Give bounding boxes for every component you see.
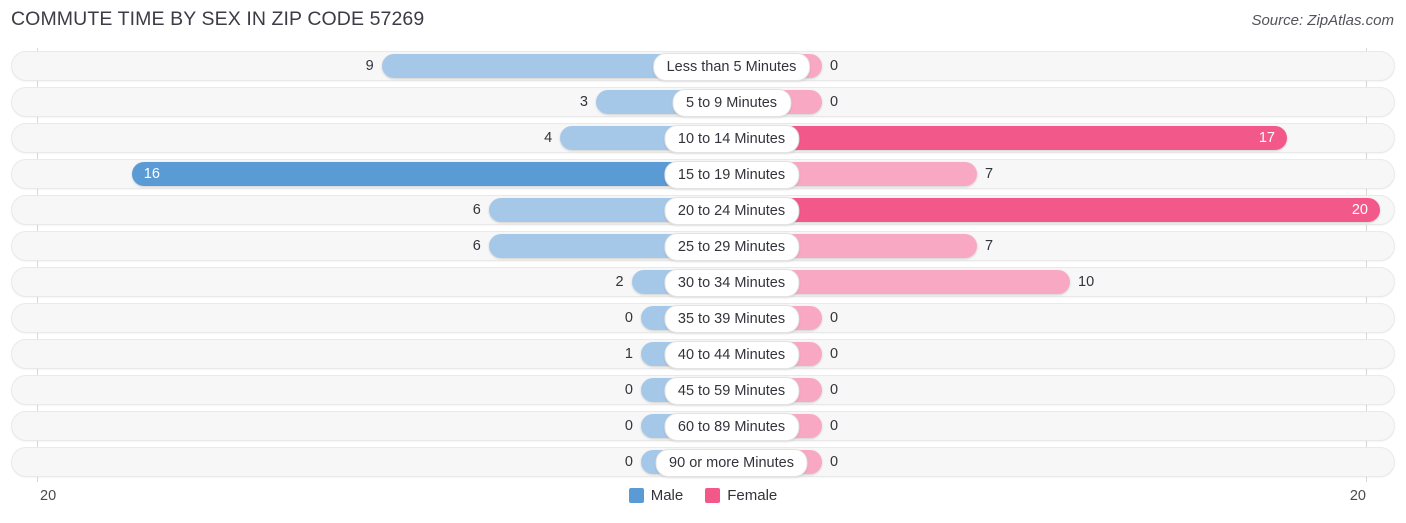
bar-value-male: 0 (624, 454, 633, 470)
bar-value-female: 7 (985, 166, 994, 182)
bar-value-male: 2 (615, 274, 624, 290)
bar-value-female: 0 (830, 418, 839, 434)
chart-row-bars: 3 0 5 to 9 Minutes (0, 87, 1406, 117)
legend-label: Male (650, 487, 684, 504)
chart-legend: Male Female (0, 487, 1406, 504)
bar-value-male: 16 (143, 166, 160, 182)
bar-value-male: 0 (624, 382, 633, 398)
legend-label: Female (727, 487, 778, 504)
category-label-pill: Less than 5 Minutes (652, 53, 811, 81)
bar-value-female: 0 (830, 454, 839, 470)
bar-value-female: 7 (985, 238, 994, 254)
chart-row-bars: 2 10 30 to 34 Minutes (0, 267, 1406, 297)
chart-row-bars: 4 17 10 to 14 Minutes (0, 123, 1406, 153)
chart-row-bars: 0 0 35 to 39 Minutes (0, 303, 1406, 333)
bar-value-male: 9 (365, 58, 374, 74)
bar-female[interactable] (760, 270, 1070, 294)
chart-row-bars: 0 0 60 to 89 Minutes (0, 411, 1406, 441)
page-title: COMMUTE TIME BY SEX IN ZIP CODE 57269 (11, 8, 425, 30)
category-label-pill: 25 to 29 Minutes (663, 233, 800, 261)
legend-swatch-icon (705, 488, 721, 503)
category-label-pill: 40 to 44 Minutes (663, 341, 800, 369)
bar-value-male: 4 (544, 130, 553, 146)
category-label-pill: 90 or more Minutes (655, 449, 808, 477)
bar-value-female: 0 (830, 346, 839, 362)
bar-value-female: 0 (830, 94, 839, 110)
bar-value-female: 0 (830, 382, 839, 398)
chart-plot-area: 9 0 Less than 5 Minutes 3 0 5 to 9 Minutes 4 17… (0, 48, 1406, 482)
chart-row-bars: 6 20 20 to 24 Minutes (0, 195, 1406, 225)
chart-row-bars: 6 7 25 to 29 Minutes (0, 231, 1406, 261)
category-label-pill: 30 to 34 Minutes (663, 269, 800, 297)
legend-item-male[interactable]: Male (628, 487, 684, 504)
chart-footer: 20 20 Male Female (0, 484, 1406, 523)
chart-row-bars: 1 0 40 to 44 Minutes (0, 339, 1406, 369)
bar-value-male: 3 (579, 94, 588, 110)
category-label-pill: 35 to 39 Minutes (663, 305, 800, 333)
bar-male[interactable] (131, 162, 703, 186)
category-label-pill: 60 to 89 Minutes (663, 413, 800, 441)
bar-value-male: 6 (472, 238, 481, 254)
bar-value-female: 20 (1351, 202, 1368, 218)
chart-row-bars: 9 0 Less than 5 Minutes (0, 51, 1406, 81)
bar-value-male: 0 (624, 418, 633, 434)
category-label-pill: 45 to 59 Minutes (663, 377, 800, 405)
category-label-pill: 15 to 19 Minutes (663, 161, 800, 189)
category-label-pill: 20 to 24 Minutes (663, 197, 800, 225)
category-label-pill: 10 to 14 Minutes (663, 125, 800, 153)
chart-row-bars: 16 7 15 to 19 Minutes (0, 159, 1406, 189)
bar-female[interactable] (760, 126, 1287, 150)
bar-value-male: 6 (472, 202, 481, 218)
source-attribution: Source: ZipAtlas.com (1251, 12, 1394, 29)
bar-value-female: 17 (1258, 130, 1275, 146)
legend-swatch-icon (628, 488, 644, 503)
bar-value-male: 1 (624, 346, 633, 362)
bar-value-female: 0 (830, 310, 839, 326)
bar-female[interactable] (760, 198, 1380, 222)
bar-value-female: 0 (830, 58, 839, 74)
category-label-pill: 5 to 9 Minutes (671, 89, 792, 117)
bar-value-male: 0 (624, 310, 633, 326)
bar-value-female: 10 (1078, 274, 1095, 290)
chart-row-bars: 0 0 90 or more Minutes (0, 447, 1406, 477)
chart-row-bars: 0 0 45 to 59 Minutes (0, 375, 1406, 405)
legend-item-female[interactable]: Female (705, 487, 777, 504)
